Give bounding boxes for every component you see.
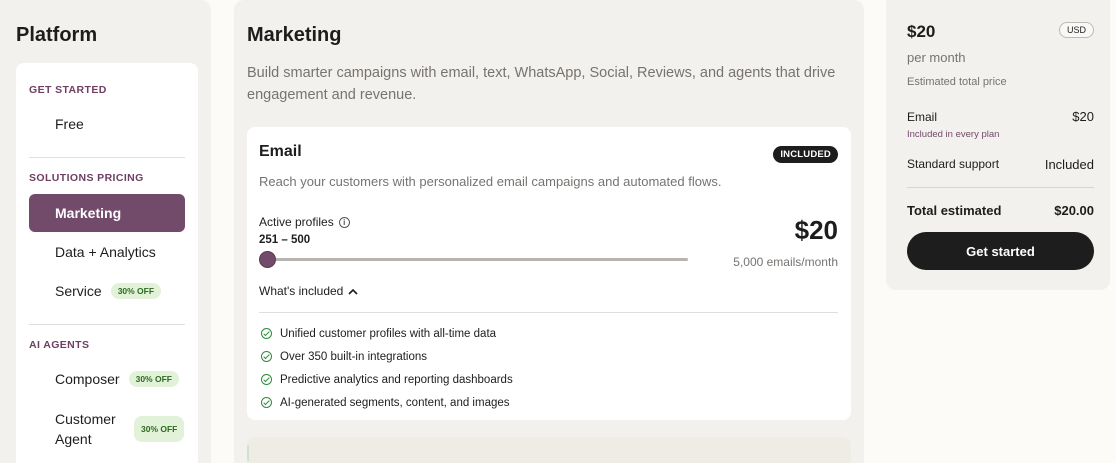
nav-heading-ai-agents: AI AGENTS	[29, 339, 90, 351]
nav-divider	[29, 157, 185, 158]
discount-badge: 30% OFF	[128, 371, 179, 387]
nav-divider	[29, 324, 185, 325]
email-card-description: Reach your customers with personalized e…	[259, 174, 722, 189]
nav-item-label: Marketing	[55, 205, 122, 221]
platform-sidebar: Platform GET STARTED Free SOLUTIONS PRIC…	[0, 0, 211, 463]
profiles-range-value: 251 – 500	[259, 234, 311, 246]
nav-item-label: Customer Agent	[55, 411, 116, 447]
email-product-card: Email INCLUDED Reach your customers with…	[247, 127, 851, 420]
divider	[259, 312, 838, 313]
total-value: $20.00	[1054, 203, 1094, 218]
included-badge: INCLUDED	[773, 146, 838, 163]
check-circle-icon	[261, 351, 272, 362]
profiles-slider[interactable]	[259, 251, 688, 268]
summary-price: $20	[907, 22, 936, 41]
list-item: Predictive analytics and reporting dashb…	[261, 368, 513, 391]
price-summary: $20 USD per month Estimated total price …	[886, 0, 1110, 290]
plan-nav: GET STARTED Free SOLUTIONS PRICING Marke…	[16, 63, 198, 463]
nav-item-label: Data + Analytics	[55, 244, 156, 260]
next-product-card	[247, 437, 851, 463]
divider	[907, 187, 1094, 188]
check-circle-icon	[261, 328, 272, 339]
feature-text: AI-generated segments, content, and imag…	[280, 396, 510, 409]
nav-heading-get-started: GET STARTED	[29, 84, 107, 96]
nav-item-data-analytics[interactable]: Data + Analytics	[29, 233, 185, 271]
check-circle-icon	[261, 374, 272, 385]
estimated-total-label: Estimated total price	[907, 76, 1007, 88]
nav-item-label: Free	[55, 116, 84, 132]
currency-badge[interactable]: USD	[1058, 22, 1094, 38]
email-price: $20	[794, 215, 838, 245]
nav-item-free[interactable]: Free	[29, 105, 185, 143]
nav-item-label: Service	[55, 283, 102, 299]
nav-heading-solutions-pricing: SOLUTIONS PRICING	[29, 172, 144, 184]
active-profiles-text: Active profiles	[259, 215, 334, 229]
page-title: Marketing	[247, 24, 342, 46]
nav-item-service[interactable]: Service 30% OFF	[29, 272, 185, 310]
line-item-email-value: $20	[1072, 109, 1094, 124]
list-item: Over 350 built-in integrations	[261, 345, 513, 368]
nav-item-label: Composer	[55, 371, 120, 387]
price-period: per month	[907, 50, 966, 65]
check-circle-icon	[261, 397, 272, 408]
list-item: AI-generated segments, content, and imag…	[261, 391, 513, 414]
nav-item-composer[interactable]: Composer 30% OFF	[29, 360, 185, 398]
email-card-title: Email	[259, 143, 302, 160]
line-item-email-note: Included in every plan	[907, 129, 1000, 140]
marketing-panel: Marketing Build smarter campaigns with e…	[234, 0, 864, 463]
feature-text: Unified customer profiles with all-time …	[280, 327, 497, 340]
get-started-button[interactable]: Get started	[907, 232, 1094, 270]
active-profiles-label: Active profiles i	[259, 215, 350, 229]
total-label: Total estimated	[907, 203, 1002, 218]
platform-title: Platform	[16, 24, 98, 46]
feature-text: Over 350 built-in integrations	[280, 350, 428, 363]
line-item-support-value: Included	[1044, 157, 1094, 172]
line-item-support-label: Standard support	[907, 157, 1000, 171]
discount-badge: 30% OFF	[110, 283, 162, 299]
slider-handle[interactable]	[259, 251, 276, 268]
chevron-up-icon	[348, 288, 358, 295]
line-item-email-label: Email	[907, 110, 938, 124]
nav-item-marketing[interactable]: Marketing	[29, 194, 185, 232]
list-item: Unified customer profiles with all-time …	[261, 322, 513, 345]
discount-badge: 30% OFF	[134, 416, 185, 442]
whats-included-toggle[interactable]: What's included	[259, 284, 358, 298]
whats-included-label: What's included	[259, 284, 344, 298]
feature-text: Predictive analytics and reporting dashb…	[280, 373, 513, 386]
decorative-mark	[247, 445, 251, 461]
emails-per-month: 5,000 emails/month	[733, 255, 838, 269]
nav-item-customer-agent[interactable]: Customer Agent 30% OFF	[29, 407, 185, 451]
marketing-description: Build smarter campaigns with email, text…	[247, 65, 836, 103]
feature-list: Unified customer profiles with all-time …	[261, 322, 513, 414]
info-icon[interactable]: i	[338, 216, 350, 228]
